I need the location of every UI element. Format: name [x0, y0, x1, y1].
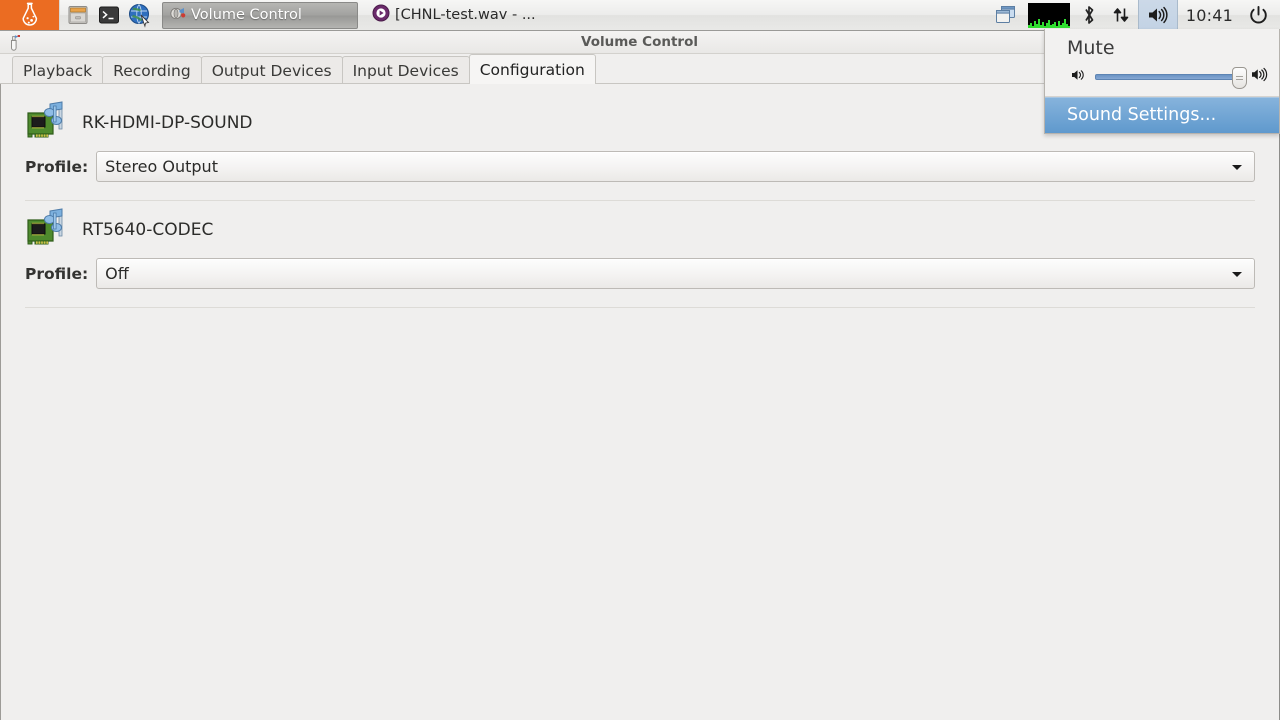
launcher-bar	[60, 0, 158, 30]
network-updown-icon[interactable]	[1104, 0, 1138, 31]
taskbar: Volume Control [CHNL-test.wav - ... 10:4…	[0, 0, 1280, 31]
volume-popup-menu: Mute Sound Settings...	[1044, 29, 1280, 134]
task-button-label: [CHNL-test.wav - ...	[395, 7, 536, 23]
clock[interactable]: 10:41	[1178, 6, 1241, 25]
volume-low-icon	[1071, 67, 1087, 86]
volume-slider-handle[interactable]	[1232, 66, 1247, 89]
task-button-volume-control[interactable]: Volume Control	[162, 1, 358, 29]
terminal-icon[interactable]	[95, 1, 123, 29]
profile-label: Profile:	[25, 264, 89, 283]
network-monitor-graph[interactable]	[1027, 2, 1070, 28]
profile-select-rk-hdmi-dp-sound[interactable]: Stereo Output	[96, 151, 1255, 182]
sound-settings-menu-item[interactable]: Sound Settings...	[1045, 97, 1279, 133]
tab-playback[interactable]: Playback	[12, 56, 104, 84]
device-name: RK-HDMI-DP-SOUND	[82, 113, 253, 133]
tab-recording[interactable]: Recording	[102, 56, 202, 84]
system-tray: 10:41	[988, 0, 1280, 31]
bluetooth-icon[interactable]	[1074, 0, 1104, 31]
file-manager-icon[interactable]	[64, 1, 92, 29]
mute-menu-item[interactable]: Mute	[1045, 29, 1279, 63]
profile-select-value: Stereo Output	[105, 157, 218, 176]
volume-icon[interactable]	[1137, 0, 1178, 31]
profile-label: Profile:	[25, 157, 89, 176]
device-name: RT5640-CODEC	[82, 220, 214, 240]
show-desktop-icon[interactable]	[988, 0, 1024, 31]
chevron-down-icon	[1232, 271, 1242, 277]
volume-slider[interactable]	[1095, 66, 1247, 89]
configuration-panel: RK-HDMI-DP-SOUND Profile: Stereo Output	[0, 84, 1279, 720]
profile-select-value: Off	[105, 264, 129, 283]
power-icon[interactable]	[1241, 0, 1276, 31]
media-player-icon	[372, 4, 390, 26]
volume-slider-row	[1045, 63, 1279, 97]
device-header: RT5640-CODEC	[25, 201, 1255, 249]
volume-high-icon	[1251, 67, 1269, 86]
chevron-down-icon	[1232, 164, 1242, 170]
volume-control-icon	[169, 5, 186, 26]
profile-select-rt5640-codec[interactable]: Off	[96, 258, 1255, 289]
bottom-separator	[25, 307, 1255, 308]
task-button-label: Volume Control	[191, 7, 302, 23]
globe-icon[interactable]	[126, 1, 154, 29]
device-card-rt5640-codec: RT5640-CODEC Profile: Off	[1, 201, 1279, 289]
lubuntu-start-button[interactable]	[0, 0, 60, 30]
sound-card-icon	[25, 208, 71, 252]
sound-card-icon	[25, 101, 71, 145]
tab-output-devices[interactable]: Output Devices	[200, 56, 343, 84]
window-list: Volume Control [CHNL-test.wav - ...	[158, 0, 565, 30]
task-button-media-player[interactable]: [CHNL-test.wav - ...	[365, 2, 565, 29]
bottle-icon	[17, 2, 43, 28]
profile-row: Profile: Stereo Output	[25, 142, 1255, 182]
volume-control-window: Volume Control Playback Recording Output…	[0, 31, 1280, 720]
tab-configuration[interactable]: Configuration	[468, 54, 596, 84]
profile-row: Profile: Off	[25, 249, 1255, 289]
tab-input-devices[interactable]: Input Devices	[341, 56, 470, 84]
